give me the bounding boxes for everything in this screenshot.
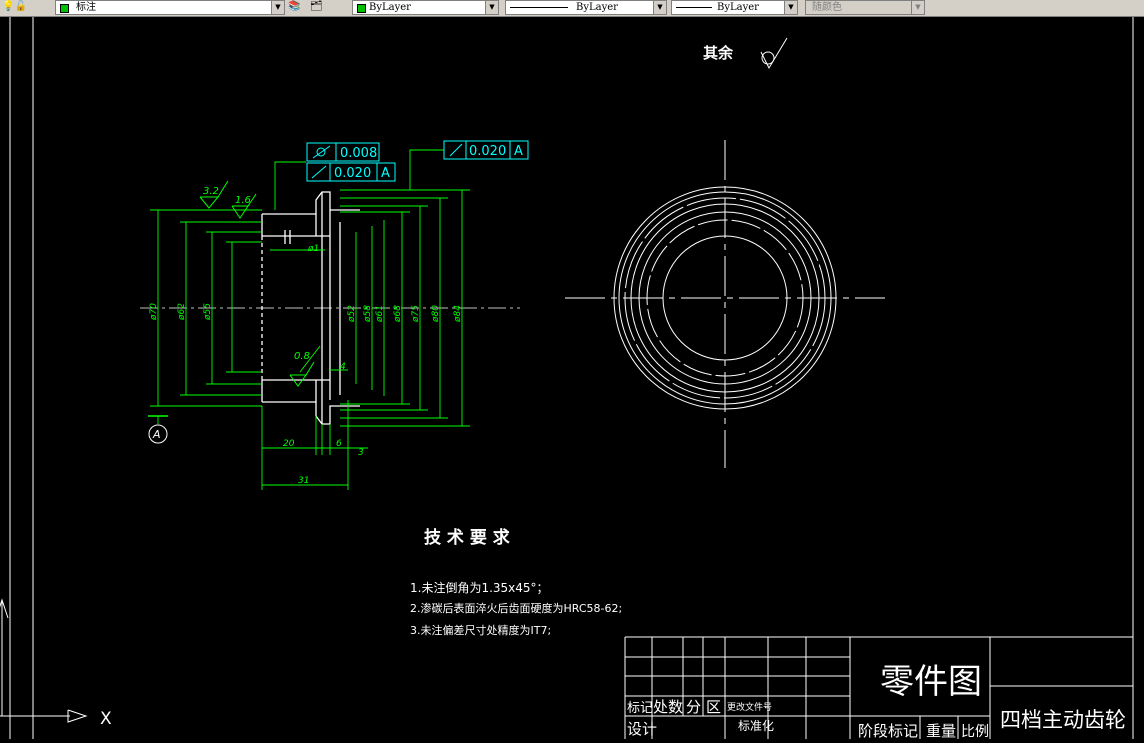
dim-84: ø84 — [453, 305, 463, 323]
layer-stack-icon[interactable]: 🗂 — [310, 0, 323, 14]
gdt2-value: 0.020 — [334, 166, 371, 181]
datum-symbol: A — [148, 424, 168, 444]
tech-title: 技 术 要 求 — [424, 527, 510, 548]
dim-68: ø68 — [393, 305, 403, 323]
dim-70: ø70 — [149, 303, 159, 321]
layer-state-icons[interactable]: 💡🔓 — [2, 0, 27, 14]
lineweight-label: ByLayer — [717, 2, 759, 13]
tech-item-3: 3.未注偏差尺寸处精度为IT7; — [410, 623, 551, 637]
layer-color-swatch — [60, 4, 69, 13]
lineweight-sample — [676, 7, 712, 8]
hdr-standard: 标准化 — [738, 719, 774, 733]
chevron-down-icon[interactable]: ▼ — [653, 1, 666, 14]
layer-dropdown[interactable]: 标注 ▼ — [55, 0, 285, 15]
gdt1-value: 0.008 — [340, 146, 377, 161]
linetype-sample — [510, 7, 568, 8]
dim-58: ø58 — [363, 305, 373, 323]
hdr-design: 设计 — [627, 720, 657, 738]
drawing-canvas[interactable]: 其余 A 3.2 1.6 0.8 0.008 0.020 A 0.020 A ø… — [0, 17, 1144, 740]
hdr-stage: 阶段标记 — [858, 722, 918, 739]
datum-label: A — [152, 428, 161, 441]
drawing-svg: 其余 A 3.2 1.6 0.8 0.008 0.020 A 0.020 A ø… — [0, 17, 1134, 740]
color-label: ByLayer — [369, 2, 411, 13]
linetype-label: ByLayer — [576, 2, 618, 13]
end-view — [565, 140, 885, 468]
dim-61: ø61 — [375, 305, 385, 323]
dim-4: 4 — [340, 362, 346, 372]
plotstyle-dropdown[interactable]: 随颜色 ▼ — [805, 0, 925, 15]
dim-31: 31 — [298, 476, 309, 486]
gdt3-datum: A — [514, 144, 523, 159]
hdr-scale: 比例 — [961, 724, 989, 739]
dim-20: 20 — [283, 439, 295, 449]
rough-label-0-8: 0.8 — [294, 351, 310, 362]
color-dropdown[interactable]: ByLayer ▼ — [352, 0, 499, 15]
lineweight-dropdown[interactable]: ByLayer ▼ — [671, 0, 798, 15]
dim-6: 6 — [336, 439, 342, 449]
hdr-weight: 重量 — [926, 722, 956, 739]
hdr-mark: 标记 — [627, 701, 653, 716]
tech-item-2: 2.渗碳后表面淬火后齿面硬度为HRC58-62; — [410, 601, 622, 615]
dim-phi1: ø1 — [307, 244, 319, 254]
properties-toolbar: 💡🔓 标注 ▼ 📚 🗂 ByLayer ▼ ByLayer ▼ ByLayer … — [0, 0, 1144, 17]
rough-label-1-6: 1.6 — [235, 195, 251, 206]
dim-62: ø62 — [177, 303, 187, 321]
rough-label-3-2: 3.2 — [203, 186, 219, 197]
tech-item-1: 1.未注倒角为1.35x45°； — [410, 580, 549, 595]
color-swatch — [357, 4, 366, 13]
dim-52: ø52 — [347, 305, 357, 323]
plotstyle-label: 随颜色 — [812, 2, 842, 13]
ucs-icon — [0, 598, 88, 723]
gdt2-datum: A — [381, 166, 390, 181]
chevron-down-icon[interactable]: ▼ — [271, 1, 284, 14]
dim-75: ø75 — [411, 305, 421, 323]
hdr-count: 处数 — [653, 698, 683, 716]
hdr-doc: 更改文件号 — [727, 701, 772, 713]
ucs-x-label: X — [100, 709, 112, 729]
roughness-symbol-icon — [760, 37, 788, 70]
hdr-zone: 分 — [686, 698, 701, 716]
gdt3-value: 0.020 — [469, 144, 506, 159]
layer-name: 标注 — [76, 2, 96, 13]
part-name: 四档主动齿轮 — [1000, 708, 1126, 732]
linetype-dropdown[interactable]: ByLayer ▼ — [505, 0, 667, 15]
chevron-down-icon[interactable]: ▼ — [485, 1, 498, 14]
drawing-frame — [9, 17, 1134, 739]
dim-55: ø55 — [203, 303, 213, 321]
chevron-down-icon[interactable]: ▼ — [784, 1, 797, 14]
layer-previous-icon[interactable]: 📚 — [288, 0, 300, 14]
dimension-lines — [148, 149, 470, 490]
part-type: 零件图 — [880, 662, 982, 702]
chevron-down-icon[interactable]: ▼ — [911, 1, 924, 14]
surface-note: 其余 — [703, 44, 734, 62]
dim-3: 3 — [358, 448, 364, 458]
dim-80: ø80 — [431, 305, 441, 323]
hdr-area: 区 — [706, 698, 721, 716]
